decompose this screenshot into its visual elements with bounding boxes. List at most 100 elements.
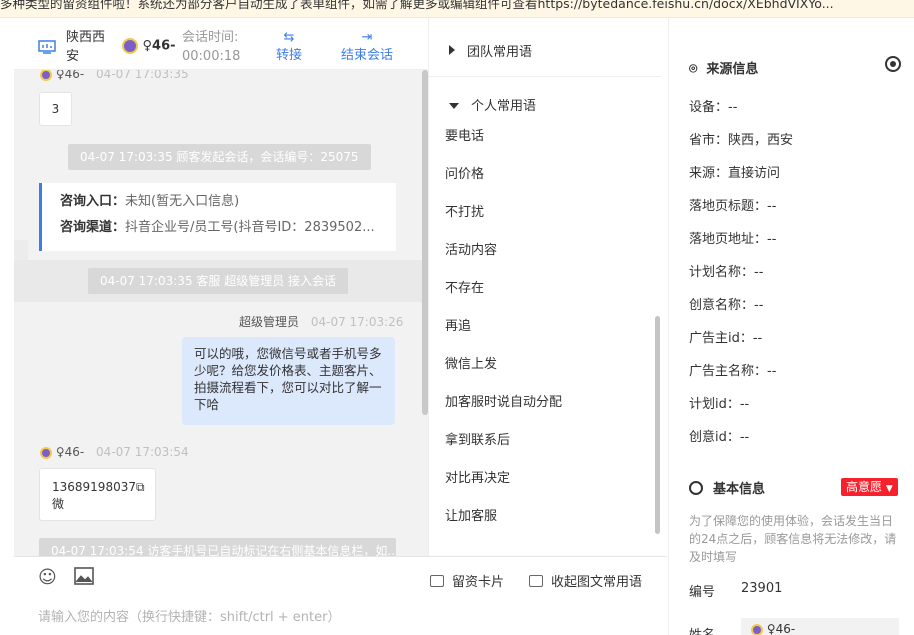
number-value: 23901 — [741, 581, 783, 596]
phone-number: 13689198037 — [52, 480, 136, 494]
caret-down-icon — [449, 103, 459, 109]
name-label: 姓名 — [689, 624, 715, 635]
image-icon[interactable] — [74, 567, 94, 590]
number-label: 编号 — [689, 585, 716, 600]
smile-icon[interactable]: ☺ — [38, 567, 57, 588]
leave-info-card-button[interactable]: 留资卡片 — [430, 571, 504, 590]
system-message: 04-07 17:03:54 访客手机号已自动标记在右侧基本信息栏，如... — [39, 538, 396, 556]
phrase-item[interactable]: 让加客服 — [445, 505, 497, 524]
phrases-scrollbar[interactable] — [655, 316, 660, 534]
message-meta: ♀46- 04-07 17:03:54 — [40, 445, 189, 459]
edit-notice: 为了保障您的使用体验，会话发生当日的24点之后，顾客信息将无法修改，请及时填写 — [689, 514, 897, 564]
caret-down-icon: ▼ — [885, 484, 893, 494]
visitor-name-label: ♀46- — [142, 38, 176, 54]
name-field[interactable]: ♀46- — [741, 618, 899, 635]
entry-label: 咨询入口： — [60, 194, 126, 209]
phrase-item[interactable]: 对比再决定 — [445, 467, 510, 486]
session-time-label: 会话时间: — [182, 30, 239, 45]
visitor-location: 陕西西安 — [66, 30, 106, 64]
avatar — [40, 70, 52, 81]
chat-header: 陕西西安 ♀46- 会话时间: 00:00:18 ⇆ 转接 ⇥ 结束会话 — [14, 18, 428, 70]
card-icon — [430, 575, 444, 587]
system-message: 04-07 17:03:35 顾客发起会话，会话编号：25075 — [68, 144, 371, 170]
avatar — [40, 446, 52, 459]
message-time: 04-07 17:03:26 — [310, 315, 404, 329]
message-bubble: 13689198037⧉ 微 — [39, 468, 156, 521]
system-message: 04-07 17:03:35 客服 超级管理员 接入会话 — [88, 268, 349, 294]
phrase-item[interactable]: 活动内容 — [445, 239, 497, 258]
phrase-item[interactable]: 微信上发 — [445, 353, 497, 372]
sender-name: ♀46- — [55, 445, 85, 459]
source-info-title: ⌾ 来源信息 — [689, 58, 758, 77]
channel-label: 咨询渠道： — [60, 220, 126, 235]
session-time-value: 00:00:18 — [182, 49, 241, 64]
name-value: ♀46- — [766, 622, 796, 635]
avatar — [122, 38, 138, 54]
copy-icon[interactable]: ⧉ — [136, 480, 145, 494]
collapse-phrases-label: 收起图文常用语 — [551, 575, 643, 590]
caret-right-icon — [449, 45, 455, 55]
message-input[interactable]: 请输入您的内容（换行快捷键：shift/ctrl + enter） — [38, 606, 341, 625]
source-field: 计划名称：-- — [689, 265, 764, 280]
source-field: 计划id：-- — [689, 397, 750, 412]
phrase-item[interactable]: 再追 — [445, 315, 471, 334]
source-field: 广告主id：-- — [689, 331, 763, 346]
team-phrases-group[interactable]: 团队常用语 — [449, 41, 532, 60]
avatar — [751, 623, 763, 635]
message-time: 04-07 17:03:54 — [96, 445, 189, 459]
phrase-item[interactable]: 加客服时说自动分配 — [445, 391, 562, 410]
transfer-button[interactable]: ⇆ 转接 — [276, 28, 302, 65]
phrases-panel: 团队常用语 个人常用语 要电话 问价格 不打扰 活动内容 不存在 再追 微信上发… — [428, 18, 667, 556]
card-icon — [529, 575, 543, 587]
source-field: 广告主名称：-- — [689, 364, 777, 379]
notice-banner: 多种类型的留资组件啦！系统还为部分客户自动生成了表单组件，如需了解更多或编辑组件… — [0, 0, 914, 18]
transfer-label: 转接 — [276, 48, 303, 63]
session-time: 会话时间: 00:00:18 — [182, 28, 240, 66]
intent-badge[interactable]: 高意愿 ▼ — [841, 478, 898, 496]
basic-info-label: 基本信息 — [713, 482, 766, 497]
transfer-icon: ⇆ — [283, 30, 295, 45]
visitor-info-panel: ⌾ 来源信息 设备：-- 省市：陕西，西安 来源：直接访问 落地页标题：-- 落地… — [668, 18, 914, 635]
source-field: 落地页标题：-- — [689, 199, 777, 214]
phrase-item[interactable]: 要电话 — [445, 125, 484, 144]
collapse-phrases-button[interactable]: 收起图文常用语 — [529, 571, 642, 590]
sender-name: 超级管理员 — [239, 315, 300, 329]
channel-value: 抖音企业号/员工号(抖音号ID：2839502... — [125, 220, 375, 235]
phrase-item[interactable]: 不打扰 — [445, 201, 484, 220]
chat-messages[interactable]: ♀46- 04-07 17:03:35 3 04-07 17:03:35 顾客发… — [14, 70, 428, 556]
phrase-item[interactable]: 问价格 — [445, 163, 484, 182]
source-field: 创意名称：-- — [689, 298, 764, 313]
message-bubble: 3 — [39, 92, 72, 126]
target-icon[interactable] — [885, 56, 901, 72]
source-field: 设备：-- — [689, 100, 738, 115]
message-meta: 超级管理员 04-07 17:03:26 — [239, 313, 403, 330]
user-circle-icon — [689, 481, 703, 495]
location-pin-icon: ⌾ — [689, 61, 698, 77]
intent-badge-label: 高意愿 — [846, 480, 883, 494]
visitor-name: ♀46- — [122, 38, 176, 54]
message-time: 04-07 17:03:35 — [96, 70, 189, 81]
exit-icon: ⇥ — [361, 30, 373, 45]
message-text: 微 — [52, 497, 65, 511]
source-info-label: 来源信息 — [706, 62, 759, 77]
agent-message-bubble: 可以的哦，您微信号或者手机号多少呢？给您发价格表、主题客片、拍摄流程看下，您可以… — [182, 337, 395, 425]
entry-value: 未知(暂无入口信息) — [125, 194, 240, 209]
personal-phrases-label: 个人常用语 — [471, 99, 537, 114]
end-session-label: 结束会话 — [341, 48, 394, 63]
monitor-icon — [38, 40, 56, 54]
team-phrases-label: 团队常用语 — [467, 45, 533, 60]
end-session-button[interactable]: ⇥ 结束会话 — [341, 28, 393, 65]
phrase-item[interactable]: 不存在 — [445, 277, 484, 296]
leave-info-card-label: 留资卡片 — [452, 575, 505, 590]
message-composer: ☺ 留资卡片 收起图文常用语 请输入您的内容（换行快捷键：shift/ctrl … — [14, 556, 667, 635]
phrase-item[interactable]: 拿到联系后 — [445, 429, 510, 448]
message-meta: ♀46- 04-07 17:03:35 — [40, 70, 189, 81]
personal-phrases-group[interactable]: 个人常用语 — [449, 95, 536, 114]
source-field: 创意id：-- — [689, 430, 750, 445]
sender-name: ♀46- — [55, 70, 85, 81]
divider — [429, 76, 661, 77]
source-field: 来源：直接访问 — [689, 166, 781, 181]
source-field: 省市：陕西，西安 — [689, 133, 794, 148]
source-field: 落地页地址：-- — [689, 232, 777, 247]
basic-info-title: 基本信息 — [689, 478, 765, 497]
